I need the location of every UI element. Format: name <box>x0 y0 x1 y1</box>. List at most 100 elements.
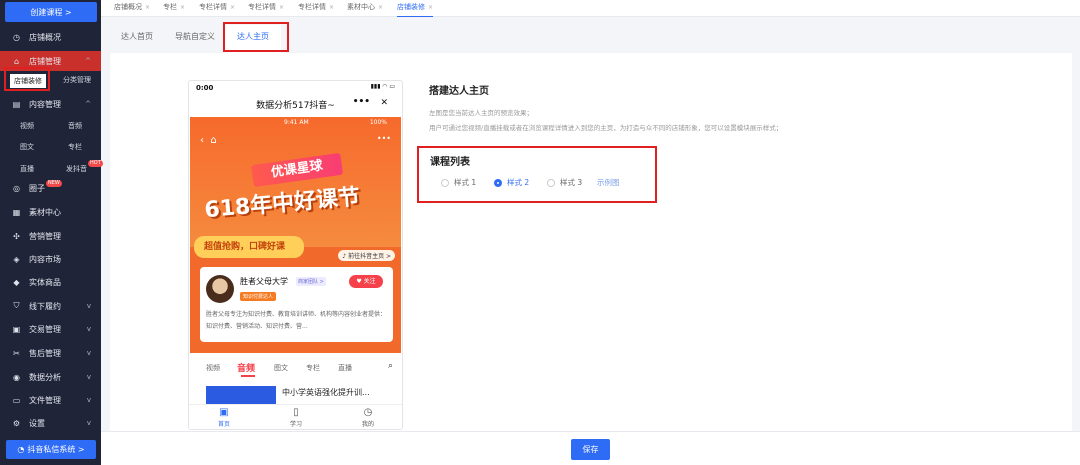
sidebar-item-material[interactable]: ▦ 素材中心 <box>0 202 101 222</box>
follow-button[interactable]: ♥ 关注 <box>349 275 383 288</box>
gear-icon: ✣ <box>13 231 20 241</box>
tab-column-detail-2[interactable]: 专栏详情 × <box>248 0 284 17</box>
sidebar-item-label: 交易管理 <box>29 324 61 334</box>
douyin-message-label: 抖音私信系统 > <box>27 445 85 454</box>
tab-column[interactable]: 专栏 × <box>163 0 185 17</box>
course-thumbnail[interactable] <box>206 386 276 406</box>
tab-article[interactable]: 图文 <box>274 363 288 373</box>
status-time: 0:00 <box>196 84 214 92</box>
course-title[interactable]: 中小学英语强化提升训... <box>282 387 370 398</box>
close-icon[interactable]: × <box>428 4 433 11</box>
sidebar-item-marketing[interactable]: ✣ 营销管理 <box>0 226 101 246</box>
more-icon[interactable]: ••• <box>377 134 391 143</box>
tab-label: 店铺概况 <box>114 3 142 11</box>
sidebar-item-label: 店铺概况 <box>29 32 61 42</box>
sidebar-item-aftersale[interactable]: ✂ 售后管理 v <box>0 343 101 363</box>
tab-column-detail-3[interactable]: 专栏详情 × <box>298 0 334 17</box>
sidebar: 创建课程 > ◷ 店铺概况 ⌂ 店铺管理 ^ 店铺装修 分类管理 ▤ 内容管理 ^ 视频 … <box>0 0 103 465</box>
tab-live[interactable]: 直播 <box>338 363 352 373</box>
tab-video[interactable]: 视频 <box>206 363 220 373</box>
merchant-tag[interactable]: 商家团队 > <box>296 277 326 286</box>
sidebar-item-offline[interactable]: ⛉ 线下履约 v <box>0 296 101 316</box>
sidebar-item-settings[interactable]: ⚙ 设置 v <box>0 413 101 433</box>
douyin-home-link[interactable]: ♪ 前往抖音主页 > <box>338 250 395 261</box>
signal-battery-icon: ▮▮▮ ◠ ▭ <box>370 83 395 90</box>
tab-talent-home[interactable]: 达人首页 <box>109 25 165 53</box>
clock-icon: ◷ <box>13 32 20 42</box>
close-icon[interactable]: × <box>329 4 334 11</box>
tab-column-detail-1[interactable]: 专栏详情 × <box>199 0 235 17</box>
search-icon[interactable]: ⌕ <box>388 361 393 371</box>
chart-icon: ◉ <box>13 372 20 382</box>
sidebar-item-trade[interactable]: ▣ 交易管理 v <box>0 319 101 339</box>
sidebar-sub-audio[interactable]: 音频 <box>68 121 82 131</box>
close-icon[interactable]: × <box>145 4 150 11</box>
tab-store-decor[interactable]: 店铺装修 × <box>397 0 434 17</box>
create-course-button[interactable]: 创建课程 > <box>5 2 97 22</box>
description-line-1: 左图是您当前达人主页的预览效果； <box>429 109 533 117</box>
nav-study[interactable]: ▯ 学习 <box>276 407 316 428</box>
more-icon[interactable]: ••• <box>353 97 370 107</box>
tab-nav-custom[interactable]: 导航自定义 <box>163 25 227 53</box>
chevron-up-icon: ^ <box>85 57 91 65</box>
sidebar-sub-article[interactable]: 图文 <box>20 142 34 152</box>
sidebar-item-market[interactable]: ◈ 内容市场 <box>0 249 101 269</box>
tab-material[interactable]: 素材中心 × <box>347 0 383 17</box>
tab-label: 专栏详情 <box>298 3 326 11</box>
document-icon: ▤ <box>12 99 21 109</box>
close-icon[interactable]: × <box>230 4 235 11</box>
phone-bottom-nav: ▣ 首页 ▯ 学习 ◷ 我的 <box>189 404 402 429</box>
chevron-down-icon: v <box>86 373 91 381</box>
sidebar-item-goods[interactable]: ◆ 实体商品 <box>0 272 101 292</box>
bag-icon: ◆ <box>13 277 20 287</box>
book-icon: ▯ <box>293 407 299 418</box>
sidebar-item-store-overview[interactable]: ◷ 店铺概况 <box>0 27 101 47</box>
sidebar-sub-category[interactable]: 分类管理 <box>63 75 91 85</box>
file-icon: ▭ <box>12 395 21 405</box>
folder-icon: ▦ <box>12 207 21 217</box>
nav-label: 我的 <box>361 421 374 428</box>
sidebar-item-label: 数据分析 <box>29 372 61 382</box>
douyin-message-button[interactable]: ◔ 抖音私信系统 > <box>6 440 96 459</box>
heart-icon: ♥ <box>356 278 362 285</box>
back-home-icon[interactable]: ‹ ⌂ <box>200 135 217 146</box>
sidebar-item-label: 素材中心 <box>29 207 61 217</box>
sidebar-item-analytics[interactable]: ◉ 数据分析 v <box>0 367 101 387</box>
sidebar-item-content-manage[interactable]: ▤ 内容管理 ^ <box>0 94 101 114</box>
close-icon[interactable]: × <box>378 4 383 11</box>
shield-icon: ⛉ <box>13 301 20 310</box>
sidebar-sub-column[interactable]: 专栏 <box>68 142 82 152</box>
inner-battery: 100% <box>369 119 387 126</box>
description-line-2: 用户可通过您视频/直播挂载或者在浏览课程详情进入到您的主页，为打造与众不同的店铺… <box>429 124 783 132</box>
footer-bar: 保存 <box>101 431 1080 465</box>
close-icon[interactable]: × <box>279 4 284 11</box>
tab-label: 专栏详情 <box>199 3 227 11</box>
tab-store-overview[interactable]: 店铺概况 × <box>114 0 150 17</box>
tab-bar: 店铺概况 × 专栏 × 专栏详情 × 专栏详情 × 专栏详情 × 素材中心 × 店铺装修 × <box>101 0 1080 17</box>
sidebar-item-label: 圈子 <box>29 183 45 193</box>
close-icon[interactable]: × <box>180 4 185 11</box>
sidebar-sub-live[interactable]: 直播 <box>20 164 34 174</box>
close-icon[interactable]: ✕ <box>380 98 388 108</box>
save-button[interactable]: 保存 <box>571 439 610 460</box>
highlight-box <box>4 67 50 91</box>
profile-description: 胜者父母专注为知识付费、教育培训讲师、机构等内容创业者提供：知识付费、营销活动、… <box>206 311 387 330</box>
highlight-box <box>223 22 289 52</box>
promo-ribbon: 超值抢购，口碑好课 <box>194 236 304 258</box>
inner-time: 9:41 AM <box>284 119 309 126</box>
sidebar-sub-douyin[interactable]: 发抖音 <box>66 164 87 174</box>
nav-home[interactable]: ▣ 首页 <box>204 407 244 428</box>
tab-audio[interactable]: 音频 <box>237 361 256 377</box>
phone-status-bar: 0:00 ▮▮▮ ◠ ▭ <box>189 81 402 95</box>
hot-badge: HOT <box>88 160 103 167</box>
sidebar-sub-video[interactable]: 视频 <box>20 121 34 131</box>
chevron-down-icon: v <box>86 349 91 357</box>
phone-preview: 0:00 ▮▮▮ ◠ ▭ 数据分析517抖音~ ••• ✕ 9:41 AM 10… <box>188 80 403 430</box>
chevron-up-icon: ^ <box>85 100 91 108</box>
nav-label: 学习 <box>289 421 302 428</box>
sidebar-item-files[interactable]: ▭ 文件管理 v <box>0 390 101 410</box>
nav-mine[interactable]: ◷ 我的 <box>348 407 388 428</box>
receipt-icon: ▣ <box>12 324 21 334</box>
tab-column[interactable]: 专栏 <box>306 363 320 373</box>
layers-icon: ◈ <box>13 254 20 264</box>
